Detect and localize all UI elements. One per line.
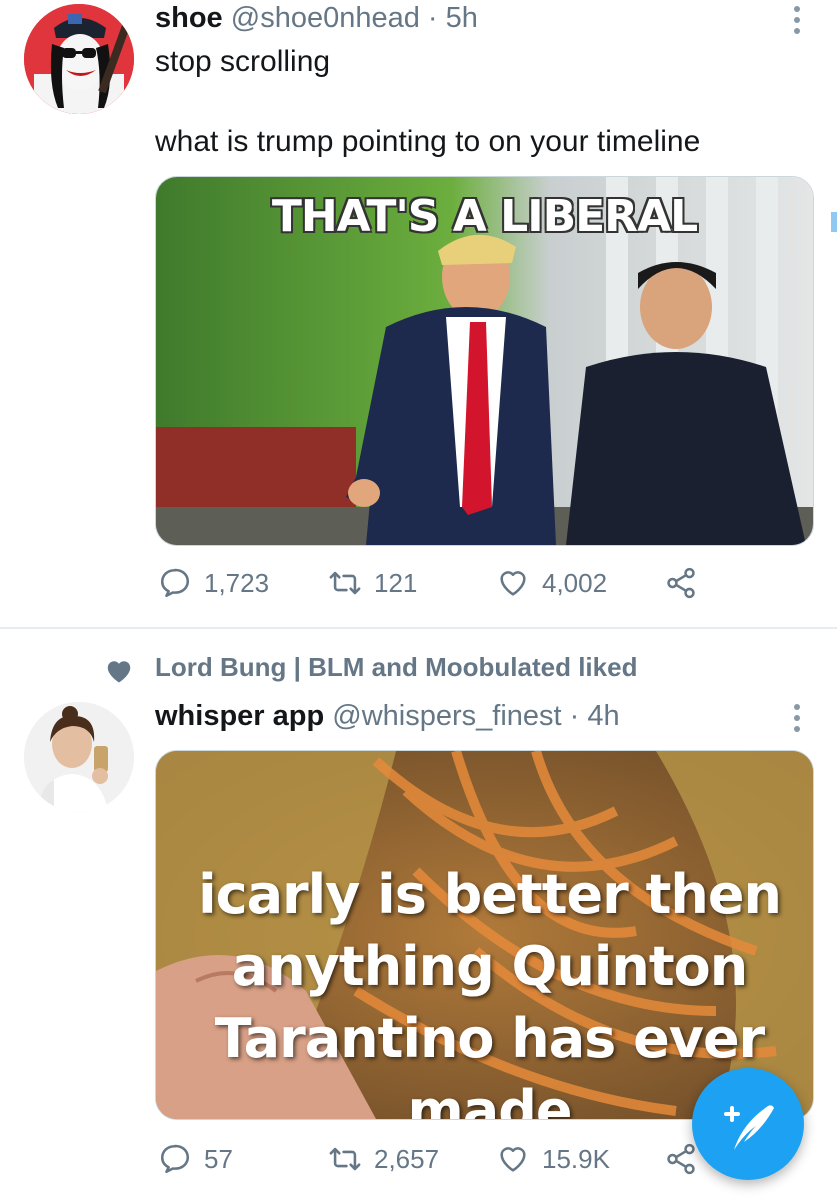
author-name[interactable]: whisper app [155, 700, 324, 732]
retweet-icon [329, 571, 361, 595]
tweet-media-image[interactable]: icarly is better then anything Quinton T… [155, 750, 814, 1120]
reply-count: 1,723 [204, 567, 270, 598]
retweet-count: 121 [374, 567, 418, 598]
social-context[interactable]: Lord Bung | BLM and Moobulated liked [155, 652, 637, 683]
tweet-media-image[interactable]: THAT'S A LIBERAL [155, 176, 814, 546]
scrollbar[interactable] [831, 212, 837, 232]
retweet-button[interactable]: 2,657 [328, 1142, 439, 1176]
share-icon [667, 567, 695, 599]
retweet-button[interactable]: 121 [328, 566, 417, 600]
tweet-header: whisper app @whispers_finest · 4h [155, 700, 620, 733]
like-count: 4,002 [542, 567, 608, 598]
compose-tweet-icon [724, 1105, 774, 1150]
author-handle-time[interactable]: @shoe0nhead · 5h [231, 2, 478, 34]
more-options-icon[interactable] [793, 6, 801, 34]
reply-button[interactable]: 1,723 [158, 566, 269, 600]
retweet-count: 2,657 [374, 1143, 440, 1174]
tweet-divider [0, 627, 837, 629]
meme-caption: THAT'S A LIBERAL [271, 191, 698, 242]
heart-icon [500, 1147, 526, 1172]
avatar[interactable] [24, 4, 134, 114]
more-options-icon[interactable] [793, 704, 801, 732]
retweet-icon [329, 1147, 361, 1171]
reply-count: 57 [204, 1143, 233, 1174]
like-button[interactable]: 15.9K [496, 1142, 610, 1176]
avatar[interactable] [24, 702, 134, 812]
heart-icon [500, 571, 526, 596]
reply-icon [160, 568, 190, 598]
tweet-actions: 57 2,657 15.9K [158, 1142, 718, 1182]
reply-icon [160, 1144, 190, 1174]
compose-tweet-button[interactable] [692, 1068, 804, 1180]
tweet-actions: 1,723 121 4,002 [158, 566, 718, 606]
tweet-1[interactable]: shoe @shoe0nhead · 5h stop scrolling wha… [0, 0, 837, 628]
author-handle-time[interactable]: @whispers_finest · 4h [332, 700, 619, 732]
liked-heart-icon [107, 661, 131, 683]
author-name[interactable]: shoe [155, 2, 223, 34]
like-button[interactable]: 4,002 [496, 566, 607, 600]
reply-button[interactable]: 57 [158, 1142, 233, 1176]
tweet-header: shoe @shoe0nhead · 5h [155, 2, 478, 35]
like-count: 15.9K [542, 1143, 610, 1174]
tweet-text: stop scrolling what is trump pointing to… [155, 45, 701, 158]
share-button[interactable] [664, 566, 698, 600]
